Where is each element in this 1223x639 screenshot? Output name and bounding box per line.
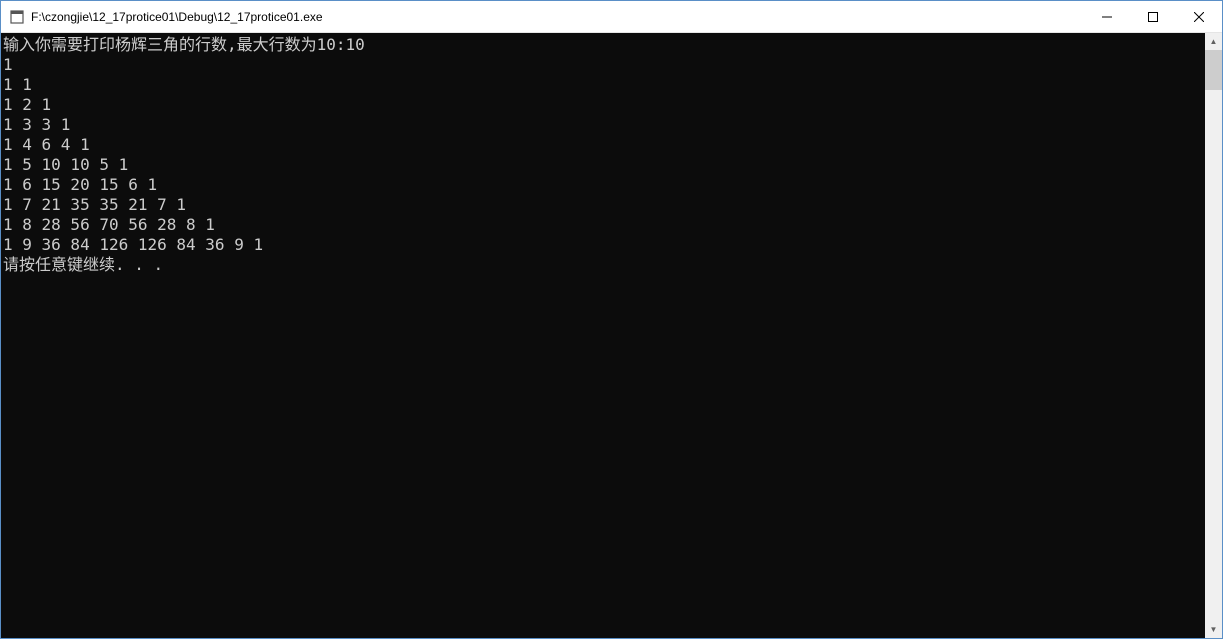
triangle-row: 1 2 1 bbox=[3, 95, 51, 114]
window-controls bbox=[1084, 1, 1222, 32]
triangle-row: 1 5 10 10 5 1 bbox=[3, 155, 128, 174]
minimize-button[interactable] bbox=[1084, 1, 1130, 32]
triangle-row: 1 1 bbox=[3, 75, 32, 94]
console-area: 输入你需要打印杨辉三角的行数,最大行数为10:10 1 1 1 1 2 1 1 … bbox=[1, 33, 1222, 638]
prompt-line: 输入你需要打印杨辉三角的行数,最大行数为10:10 bbox=[3, 35, 365, 54]
app-icon bbox=[9, 9, 25, 25]
close-button[interactable] bbox=[1176, 1, 1222, 32]
triangle-row: 1 6 15 20 15 6 1 bbox=[3, 175, 157, 194]
console-output[interactable]: 输入你需要打印杨辉三角的行数,最大行数为10:10 1 1 1 1 2 1 1 … bbox=[1, 33, 1205, 638]
titlebar[interactable]: F:\czongjie\12_17protice01\Debug\12_17pr… bbox=[1, 1, 1222, 33]
maximize-button[interactable] bbox=[1130, 1, 1176, 32]
vertical-scrollbar[interactable]: ▲ ▼ bbox=[1205, 33, 1222, 638]
triangle-row: 1 3 3 1 bbox=[3, 115, 70, 134]
continue-prompt: 请按任意键继续. . . bbox=[3, 255, 163, 274]
triangle-row: 1 7 21 35 35 21 7 1 bbox=[3, 195, 186, 214]
window-title: F:\czongjie\12_17protice01\Debug\12_17pr… bbox=[31, 10, 1084, 24]
triangle-row: 1 9 36 84 126 126 84 36 9 1 bbox=[3, 235, 263, 254]
scroll-up-arrow[interactable]: ▲ bbox=[1205, 33, 1222, 50]
scrollbar-thumb[interactable] bbox=[1205, 50, 1222, 90]
triangle-row: 1 8 28 56 70 56 28 8 1 bbox=[3, 215, 215, 234]
triangle-row: 1 4 6 4 1 bbox=[3, 135, 90, 154]
triangle-row: 1 bbox=[3, 55, 13, 74]
scroll-down-arrow[interactable]: ▼ bbox=[1205, 621, 1222, 638]
